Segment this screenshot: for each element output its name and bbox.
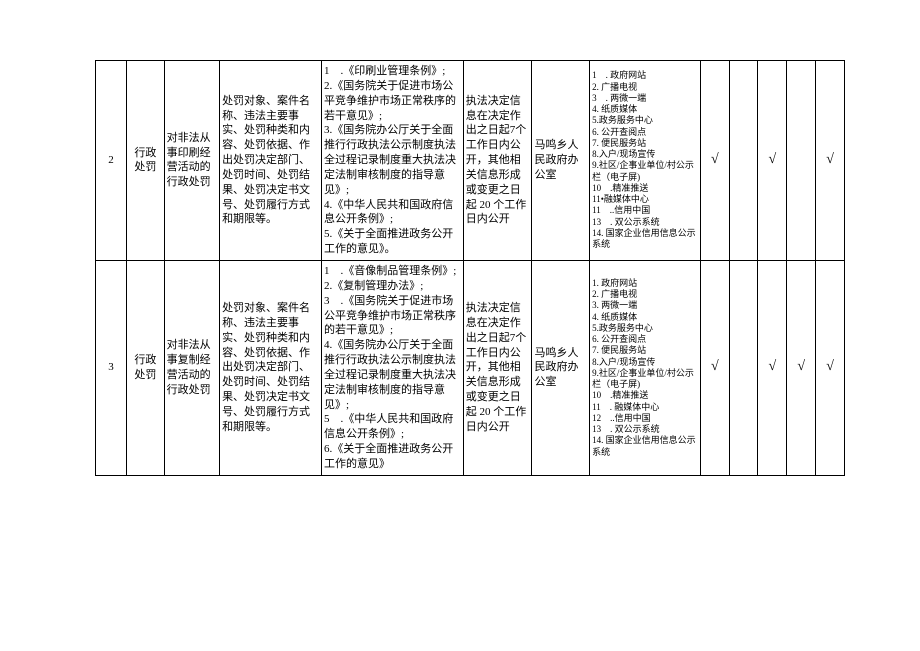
cell-item: 对非法从事印刷经营活动的行政处罚 [164,61,219,261]
cell-channel: 1 . 政府网站 2. 广播电视 3 . 两微一端 4. 纸质媒体 5.政务服务… [590,61,701,261]
cell-item: 对非法从事复制经营活动的行政处罚 [164,260,219,475]
cell-basis: 1 .《印刷业管理条例》; 2.《国务院关于促进市场公平竞争维护市场正常秩序的若… [321,61,463,261]
cell-check-1: √ [700,260,729,475]
cell-type: 行政处罚 [127,260,165,475]
cell-content: 处罚对象、案件名称、违法主要事实、处罚种类和内容、处罚依据、作出处罚决定部门、处… [220,61,322,261]
cell-check-5: √ [816,260,845,475]
cell-check-3: √ [758,61,787,261]
cell-check-4: √ [787,260,816,475]
cell-time: 执法决定信息在决定作出之日起7个工作日内公开，其他相关信息形成或变更之日起 20… [463,260,532,475]
cell-time: 执法决定信息在决定作出之日起7个工作日内公开，其他相关信息形成或变更之日起 20… [463,61,532,261]
cell-subject: 马鸣乡人民政府办公室 [532,61,590,261]
cell-content: 处罚对象、案件名称、违法主要事实、处罚种类和内容、处罚依据、作出处罚决定部门、处… [220,260,322,475]
table-row: 3行政处罚对非法从事复制经营活动的行政处罚处罚对象、案件名称、违法主要事实、处罚… [96,260,845,475]
table-row: 2行政处罚对非法从事印刷经营活动的行政处罚处罚对象、案件名称、违法主要事实、处罚… [96,61,845,261]
cell-channel: 1. 政府网站 2. 广播电视 3. 两微一端 4. 纸质媒体 5.政务服务中心… [590,260,701,475]
cell-index: 2 [96,61,127,261]
cell-basis: 1 .《音像制品管理条例》; 2.《复制管理办法》; 3 .《国务院关于促进市场… [321,260,463,475]
cell-type: 行政处罚 [127,61,165,261]
cell-check-4 [787,61,816,261]
cell-check-1: √ [700,61,729,261]
cell-index: 3 [96,260,127,475]
cell-check-5: √ [816,61,845,261]
cell-subject: 马鸣乡人民政府办公室 [532,260,590,475]
cell-check-2 [729,61,758,261]
cell-check-2 [729,260,758,475]
disclosure-table: 2行政处罚对非法从事印刷经营活动的行政处罚处罚对象、案件名称、违法主要事实、处罚… [95,60,845,476]
cell-check-3: √ [758,260,787,475]
